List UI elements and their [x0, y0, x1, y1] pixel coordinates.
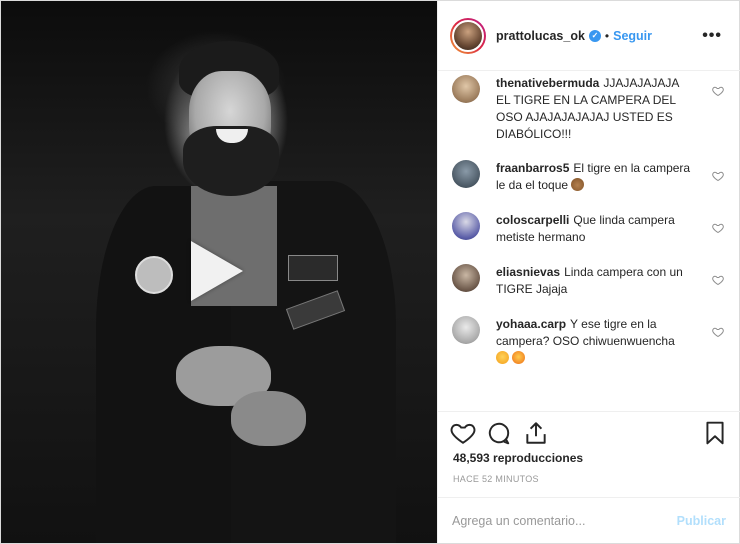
avatar[interactable]: [452, 160, 480, 188]
separator-dot: •: [604, 28, 610, 43]
comment-text-block: eliasnievas Linda campera con un TIGRE Ja…: [496, 264, 696, 298]
video-player[interactable]: [1, 1, 437, 543]
avatar[interactable]: [452, 75, 480, 103]
video-figure-part: [135, 256, 173, 294]
verified-badge-icon: ✓: [588, 29, 601, 42]
comment-input[interactable]: [452, 513, 677, 528]
post-timestamp[interactable]: HACE 52 MINUTOS: [453, 474, 539, 484]
post-dialog: prattolucas_ok ✓ • Seguir ••• thenativeb…: [0, 0, 740, 544]
list-item: eliasnievas Linda campera con un TIGRE Ja…: [452, 264, 726, 298]
list-item: coloscarpelli Que linda campera metiste h…: [452, 212, 726, 246]
avatar[interactable]: [452, 212, 480, 240]
comment-text-block: thenativebermuda JJAJAJAJAJA EL TIGRE EN …: [496, 75, 696, 143]
list-item: thenativebermuda JJAJAJAJAJA EL TIGRE EN …: [452, 75, 726, 143]
comment-text-block: fraanbarros5 El tigre en la campera le da…: [496, 160, 696, 194]
publish-button[interactable]: Publicar: [677, 514, 726, 528]
like-heart-icon[interactable]: [712, 85, 724, 97]
star-struck-emoji-icon: [512, 351, 525, 364]
post-username[interactable]: prattolucas_ok: [496, 29, 585, 43]
like-heart-icon[interactable]: [712, 222, 724, 234]
play-icon[interactable]: [191, 241, 243, 301]
comment-composer: Publicar: [438, 497, 740, 543]
bear-face-emoji-icon: [571, 178, 585, 191]
comment-username[interactable]: eliasnievas: [496, 265, 560, 279]
comment-username[interactable]: coloscarpelli: [496, 213, 569, 227]
post-header: prattolucas_ok ✓ • Seguir •••: [438, 1, 740, 71]
more-options-icon[interactable]: •••: [702, 27, 722, 45]
bookmark-icon[interactable]: [702, 420, 728, 446]
like-heart-icon[interactable]: [712, 274, 724, 286]
comment-username[interactable]: thenativebermuda: [496, 76, 599, 90]
post-side-panel: prattolucas_ok ✓ • Seguir ••• thenativeb…: [437, 1, 740, 543]
avatar-image: [452, 19, 484, 52]
avatar[interactable]: [452, 264, 480, 292]
comment-bubble-icon[interactable]: [486, 420, 512, 446]
comments-list[interactable]: thenativebermuda JJAJAJAJAJA EL TIGRE EN …: [438, 71, 740, 411]
rofl-emoji-icon: [496, 351, 509, 364]
comment-username[interactable]: fraanbarros5: [496, 161, 569, 175]
view-count: 48,593 reproducciones: [453, 451, 584, 465]
post-actions-bar: [438, 411, 740, 447]
avatar[interactable]: [452, 316, 480, 344]
list-item: yohaaa.carp Y ese tigre en la campera? OS…: [452, 316, 726, 367]
comment-text-block: coloscarpelli Que linda campera metiste h…: [496, 212, 696, 246]
like-heart-icon[interactable]: [450, 420, 476, 446]
like-heart-icon[interactable]: [712, 170, 724, 182]
avatar[interactable]: [450, 17, 486, 54]
like-heart-icon[interactable]: [712, 326, 724, 338]
list-item: fraanbarros5 El tigre en la campera le da…: [452, 160, 726, 194]
comment-text-block: yohaaa.carp Y ese tigre en la campera? OS…: [496, 316, 696, 367]
video-figure-part: [231, 391, 306, 446]
comment-username[interactable]: yohaaa.carp: [496, 317, 566, 331]
follow-button[interactable]: Seguir: [613, 29, 652, 43]
video-figure-part: [288, 255, 338, 281]
share-upload-icon[interactable]: [523, 420, 549, 446]
